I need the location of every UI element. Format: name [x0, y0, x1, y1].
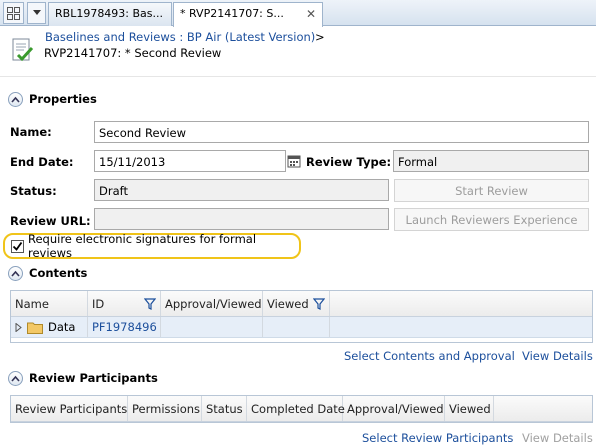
filter-icon[interactable] — [144, 297, 156, 310]
contents-grid-header: Name ID Approval/Viewed Viewed — [11, 291, 592, 317]
name-label: Name: — [10, 125, 52, 139]
start-review-button[interactable]: Start Review — [394, 179, 589, 202]
tab-baseline-label: RBL1978493: Bas... — [55, 7, 164, 20]
collapse-up-icon[interactable] — [8, 91, 23, 107]
review-type-field: Formal — [393, 150, 589, 172]
status-label: Status: — [10, 184, 57, 198]
column-review-participants[interactable]: Review Participants — [11, 396, 128, 421]
select-participants-link[interactable]: Select Review Participants — [362, 431, 513, 445]
column-id[interactable]: ID — [88, 291, 161, 316]
row-id-link[interactable]: PF1978496 — [88, 317, 161, 337]
contents-section-header[interactable]: Contents — [8, 265, 87, 281]
view-details-link[interactable]: View Details — [522, 349, 593, 363]
participants-grid: Review Participants Permissions Status C… — [10, 395, 593, 423]
launch-reviewers-button[interactable]: Launch Reviewers Experience — [394, 208, 589, 231]
review-type-label: Review Type: — [306, 155, 392, 169]
review-url-field — [94, 208, 389, 230]
column-status[interactable]: Status — [202, 396, 247, 421]
contents-grid: Name ID Approval/Viewed Viewed Data PF19… — [10, 290, 593, 343]
review-document-icon — [10, 37, 36, 65]
column-approval-viewed[interactable]: Approval/Viewed — [161, 291, 263, 316]
require-signatures-label: Require electronic signatures for formal… — [28, 232, 257, 260]
column-name[interactable]: Name — [11, 291, 88, 316]
contents-title: Contents — [29, 266, 88, 280]
breadcrumb-separator: > — [315, 30, 325, 44]
require-signatures-row[interactable]: Require electronic signatures for formal… — [3, 232, 301, 260]
grid-icon — [7, 6, 20, 20]
column-approval-viewed[interactable]: Approval/Viewed — [343, 396, 445, 421]
tab-baseline[interactable]: RBL1978493: Bas... — [48, 2, 172, 26]
filter-icon[interactable] — [313, 297, 325, 310]
column-viewed[interactable]: Viewed — [263, 291, 330, 316]
tab-list-dropdown-button[interactable] — [27, 2, 46, 24]
table-row[interactable]: Data PF1978496 — [11, 317, 592, 338]
column-permissions[interactable]: Permissions — [128, 396, 202, 421]
breadcrumb[interactable]: Baselines and Reviews : BP Air (Latest V… — [45, 30, 315, 44]
row-approval — [161, 317, 263, 337]
checkmark-icon — [12, 241, 23, 251]
name-field[interactable]: Second Review — [94, 121, 589, 143]
properties-section-header[interactable]: Properties — [8, 91, 97, 107]
participants-title: Review Participants — [29, 371, 158, 385]
collapse-up-icon[interactable] — [8, 265, 23, 281]
collapse-up-icon[interactable] — [8, 370, 23, 386]
tab-review-label: * RVP2141707: S... — [180, 7, 284, 20]
calendar-icon[interactable] — [287, 153, 301, 169]
header-divider — [0, 76, 596, 77]
column-viewed[interactable]: Viewed — [445, 396, 494, 421]
status-field: Draft — [94, 179, 389, 201]
end-date-field[interactable]: 15/11/2013 — [94, 150, 286, 172]
end-date-label: End Date: — [10, 155, 74, 169]
participants-section-header[interactable]: Review Participants — [8, 370, 158, 386]
select-contents-link[interactable]: Select Contents and Approval — [344, 349, 515, 363]
review-url-label: Review URL: — [10, 214, 91, 228]
participants-grid-header: Review Participants Permissions Status C… — [11, 396, 592, 422]
close-icon[interactable]: ✕ — [306, 7, 316, 27]
column-completed-date[interactable]: Completed Date — [247, 396, 345, 421]
grid-view-button[interactable] — [3, 2, 24, 24]
participants-view-details-link[interactable]: View Details — [522, 431, 593, 445]
chevron-down-icon — [32, 10, 41, 15]
properties-title: Properties — [29, 92, 97, 106]
page-title: RVP2141707: * Second Review — [44, 46, 222, 60]
tab-review[interactable]: * RVP2141707: S... ✕ — [173, 2, 323, 27]
folder-icon — [27, 322, 43, 334]
expand-arrow-icon[interactable] — [15, 322, 22, 332]
row-name: Data — [48, 320, 76, 334]
require-signatures-checkbox[interactable] — [11, 239, 24, 253]
row-viewed — [263, 317, 330, 337]
